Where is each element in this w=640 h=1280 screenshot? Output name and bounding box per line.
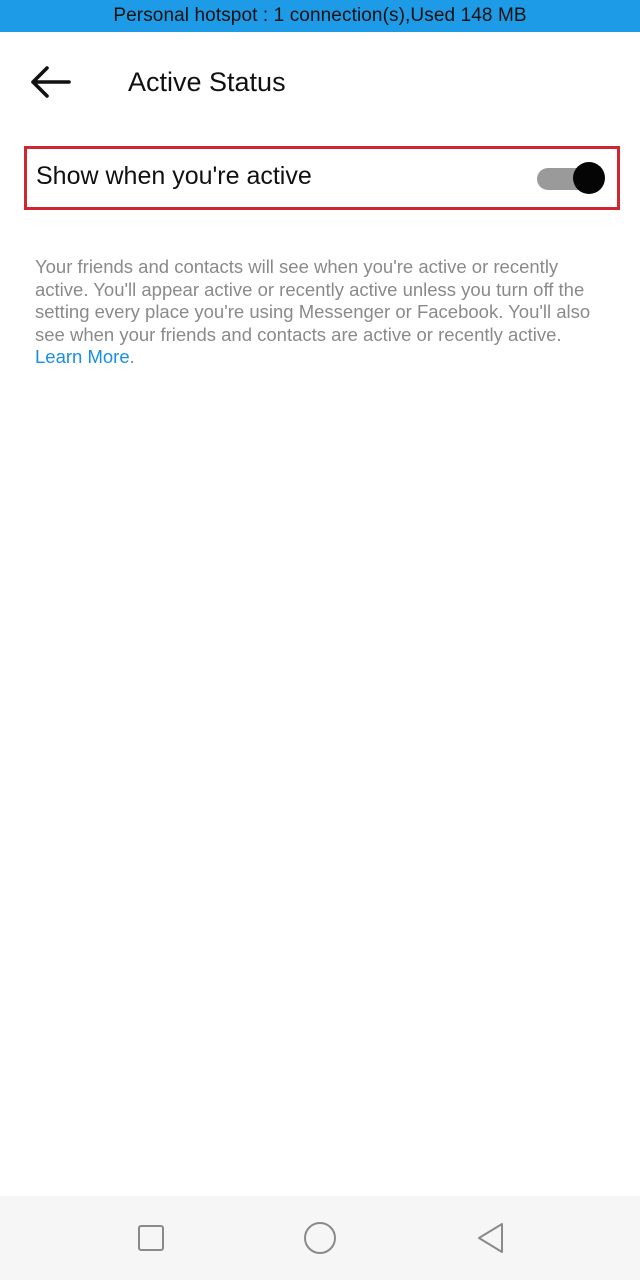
description-body: Your friends and contacts will see when … [35, 256, 591, 345]
back-button[interactable] [26, 60, 74, 104]
circle-icon [304, 1222, 336, 1254]
arrow-left-icon [31, 66, 71, 98]
recents-button[interactable] [131, 1218, 171, 1258]
status-bar: Personal hotspot : 1 connection(s),Used … [0, 0, 640, 32]
description-text: Your friends and contacts will see when … [35, 256, 610, 369]
home-button[interactable] [300, 1218, 340, 1258]
back-nav-button[interactable] [471, 1218, 511, 1258]
active-status-toggle[interactable] [535, 161, 607, 195]
toggle-knob [573, 162, 605, 194]
description-period: . [129, 346, 135, 367]
system-nav-bar [0, 1196, 640, 1280]
show-active-setting-row[interactable]: Show when you're active [24, 146, 620, 210]
square-icon [138, 1225, 164, 1251]
setting-label: Show when you're active [36, 162, 312, 190]
learn-more-link[interactable]: Learn More [35, 346, 130, 367]
triangle-back-icon [478, 1223, 503, 1253]
app-bar: Active Status [0, 32, 640, 136]
page-title: Active Status [128, 67, 286, 97]
status-bar-text: Personal hotspot : 1 connection(s),Used … [113, 5, 527, 26]
